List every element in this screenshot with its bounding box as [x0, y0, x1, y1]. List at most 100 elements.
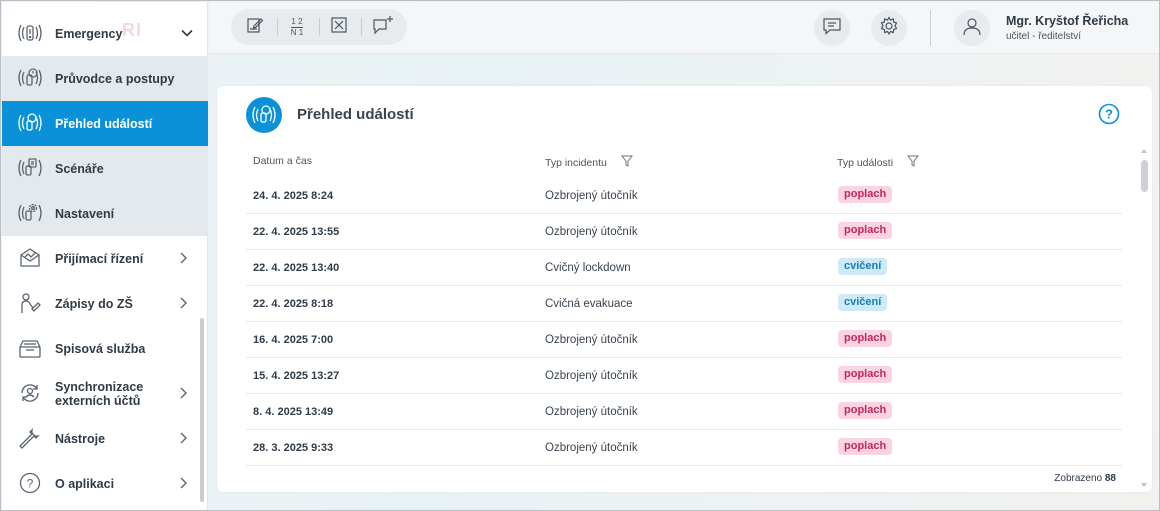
row-count-value: 88 [1104, 473, 1116, 484]
top-bar: 1 2 N 1 Mgr. Kryštof Řeřicha učitel - ře… [209, 2, 1159, 54]
sidebar-item-guide[interactable]: Průvodce a postupy [2, 56, 208, 101]
sidebar-scrollbar[interactable] [200, 318, 204, 502]
numbering-button[interactable]: 1 2 N 1 [283, 13, 311, 41]
sidebar-item-emergency-settings[interactable]: Nastavení [2, 191, 208, 236]
about-icon: ? [16, 469, 44, 497]
scroll-down-icon[interactable] [1140, 482, 1148, 488]
app-window: RI Emergency Průvodce a postupy Přehled … [0, 0, 1160, 511]
sidebar-item-sync[interactable]: Synchronizace externích účtů [2, 371, 208, 416]
cell-date: 24. 4. 2025 8:24 [253, 190, 334, 202]
column-header-incident[interactable]: Typ incidentu [545, 155, 633, 170]
sidebar-item-label: Průvodce a postupy [55, 71, 175, 86]
chevron-right-icon [176, 386, 190, 400]
sidebar-item-label: Přijímací řízení [55, 251, 144, 266]
event-type-badge: poplach [838, 366, 893, 383]
filter-icon[interactable] [907, 155, 920, 170]
sidebar-item-label: Spisová služba [55, 341, 146, 356]
scenarios-icon [16, 154, 44, 182]
edit-button[interactable] [241, 13, 269, 41]
svg-text:?: ? [27, 477, 34, 491]
sidebar-item-admission[interactable]: Přijímací řízení [2, 236, 208, 281]
scroll-thumb[interactable] [1141, 160, 1148, 192]
table-row[interactable]: 16. 4. 2025 7:00 Ozbrojený útočník poplach [246, 322, 1122, 358]
event-type-badge: poplach [838, 186, 893, 203]
chevron-right-icon [176, 251, 190, 265]
cell-date: 22. 4. 2025 13:55 [253, 226, 340, 238]
sidebar-item-scenarios[interactable]: Scénáře [2, 146, 208, 191]
topbar-divider [930, 10, 931, 46]
event-type-badge: poplach [838, 438, 893, 455]
column-header-label: Typ události [837, 156, 894, 169]
toolbar-separator [277, 18, 278, 36]
cell-incident: Ozbrojený útočník [545, 226, 638, 238]
column-header-label: Typ incidentu [545, 156, 607, 169]
sidebar-item-events-overview[interactable]: Přehled událostí [2, 101, 208, 146]
sidebar-item-label: Nástroje [55, 431, 106, 446]
admission-icon [16, 244, 44, 272]
table-row[interactable]: 8. 4. 2025 13:49 Ozbrojený útočník poplach [246, 394, 1122, 430]
chevron-right-icon [176, 431, 190, 445]
cell-date: 22. 4. 2025 8:18 [253, 298, 334, 310]
settings-emergency-icon [16, 199, 44, 227]
chevron-right-icon [176, 296, 190, 310]
events-card: Přehled událostí ? Datum a čas Typ incid… [217, 86, 1152, 492]
emergency-icon [16, 19, 44, 47]
toolbar-separator [319, 18, 320, 36]
table-scrollbar[interactable] [1139, 148, 1149, 488]
event-type-badge: cvičení [838, 294, 888, 311]
toolbar-group: 1 2 N 1 [231, 9, 407, 45]
table-row[interactable]: 28. 3. 2025 9:33 Ozbrojený útočník poplach [246, 430, 1122, 466]
cell-incident: Ozbrojený útočník [545, 442, 638, 454]
sidebar-item-filing[interactable]: Spisová služba [2, 326, 208, 371]
sidebar-item-label: O aplikaci [55, 476, 115, 491]
messages-button[interactable] [814, 10, 850, 46]
row-count-label: Zobrazeno [1054, 473, 1103, 484]
sidebar-item-label: Emergency [55, 26, 123, 41]
sidebar-item-label: Přehled událostí [55, 116, 153, 131]
sidebar-item-tools[interactable]: Nástroje [2, 416, 208, 461]
numbering-icon: 1 2 N 1 [291, 16, 303, 37]
cell-date: 16. 4. 2025 7:00 [253, 334, 334, 346]
event-type-badge: cvičení [838, 258, 888, 275]
scroll-up-icon[interactable] [1140, 148, 1148, 154]
table-row[interactable]: 22. 4. 2025 13:55 Ozbrojený útočník poplac… [246, 214, 1122, 250]
enrollment-icon [16, 289, 44, 317]
table-row[interactable]: 15. 4. 2025 13:27 Ozbrojený útočník poplac… [246, 358, 1122, 394]
event-type-badge: poplach [838, 222, 893, 239]
numbering-top: 1 2 [291, 16, 303, 28]
avatar[interactable] [954, 10, 990, 46]
toolbar-separator [361, 18, 362, 36]
sync-icon [16, 379, 44, 407]
cell-incident: Cvičný lockdown [545, 262, 631, 274]
cancel-box-button[interactable] [325, 13, 353, 41]
edit-icon [246, 16, 264, 39]
sidebar-item-about[interactable]: ? O aplikaci [2, 461, 208, 506]
column-header-event-type[interactable]: Typ události [837, 155, 920, 170]
add-comment-button[interactable] [369, 13, 397, 41]
sidebar-item-emergency[interactable]: Emergency [2, 11, 208, 56]
gear-icon [879, 15, 899, 41]
row-count: Zobrazeno 88 [1054, 473, 1116, 484]
user-name[interactable]: Mgr. Kryštof Řeřicha [1006, 14, 1128, 28]
table-row[interactable]: 22. 4. 2025 13:40 Cvičný lockdown cvičení [246, 250, 1122, 286]
table-row[interactable]: 24. 4. 2025 8:24 Ozbrojený útočník poplach [246, 178, 1122, 214]
settings-button[interactable] [871, 10, 907, 46]
event-type-badge: poplach [838, 330, 893, 347]
sidebar-item-label-line2: externích účtů [55, 394, 141, 408]
sidebar-item-enrollment[interactable]: Zápisy do ZŠ [2, 281, 208, 326]
cell-date: 22. 4. 2025 13:40 [253, 262, 340, 274]
column-header-date[interactable]: Datum a čas [253, 155, 312, 167]
svg-text:?: ? [1105, 107, 1113, 122]
filing-icon [16, 334, 44, 362]
help-icon[interactable]: ? [1098, 103, 1120, 125]
events-overview-icon [16, 109, 44, 137]
chat-icon [822, 17, 842, 40]
cell-incident: Ozbrojený útočník [545, 406, 638, 418]
sidebar-item-label: Synchronizace externích účtů [55, 380, 143, 408]
cell-incident: Ozbrojený útočník [545, 190, 638, 202]
events-overview-icon [246, 97, 282, 133]
cell-incident: Cvičná evakuace [545, 298, 633, 310]
cell-date: 15. 4. 2025 13:27 [253, 370, 340, 382]
table-row[interactable]: 22. 4. 2025 8:18 Cvičná evakuace cvičení [246, 286, 1122, 322]
filter-icon[interactable] [620, 155, 633, 170]
